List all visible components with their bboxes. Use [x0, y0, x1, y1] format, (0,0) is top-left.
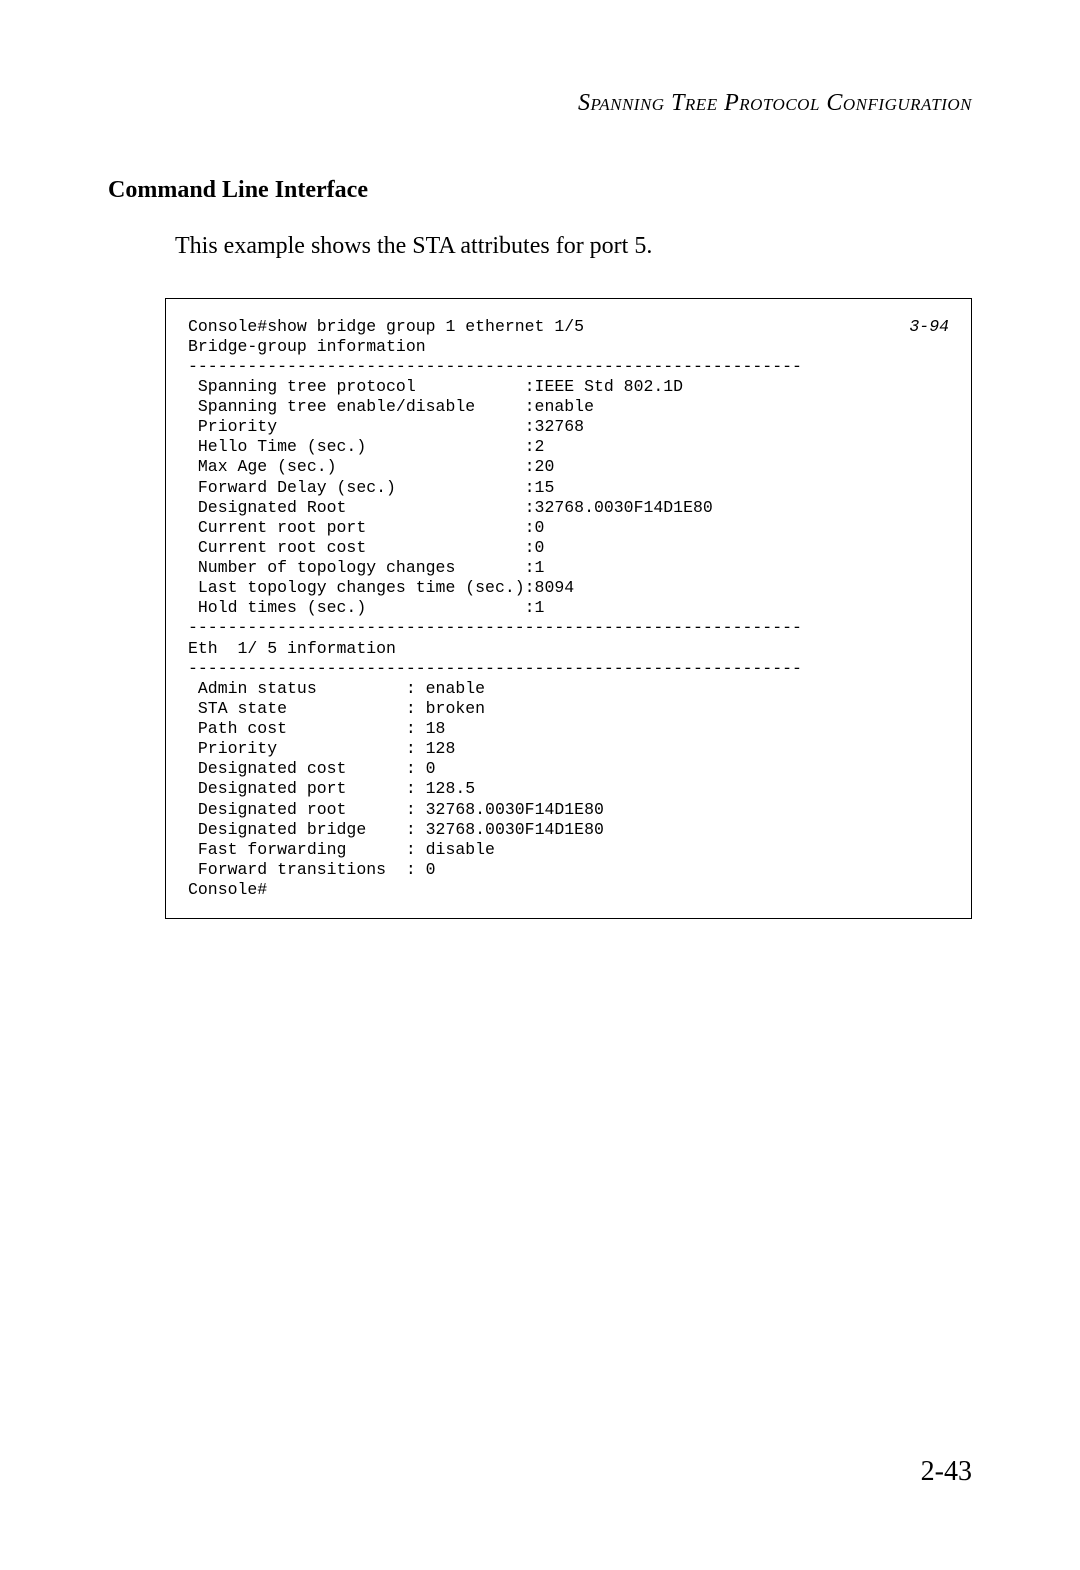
eth-row-3: Priority : 128	[188, 739, 455, 758]
console-reference: 3-94	[909, 317, 949, 337]
eth-row-0: Admin status : enable	[188, 679, 485, 698]
eth-row-2: Path cost : 18	[188, 719, 445, 738]
bridge-row-11: Hold times (sec.) :1	[188, 598, 544, 617]
header-title: Spanning Tree Protocol Configuration	[578, 90, 972, 116]
body-paragraph: This example shows the STA attributes fo…	[175, 233, 652, 259]
eth-row-4: Designated cost : 0	[188, 759, 436, 778]
body-text: This example shows the STA attributes fo…	[0, 204, 1080, 264]
console-command: Console#show bridge group 1 ethernet 1/5	[188, 317, 584, 336]
eth-row-6: Designated root : 32768.0030F14D1E80	[188, 800, 604, 819]
bridge-row-9: Number of topology changes :1	[188, 558, 544, 577]
section-heading-text: Command Line Interface	[108, 177, 368, 203]
bridge-row-1: Spanning tree enable/disable :enable	[188, 397, 594, 416]
bridge-row-2: Priority :32768	[188, 417, 584, 436]
eth-row-5: Designated port : 128.5	[188, 779, 475, 798]
eth-row-1: STA state : broken	[188, 699, 485, 718]
bridge-row-8: Current root cost :0	[188, 538, 544, 557]
page-header: Spanning Tree Protocol Configuration	[0, 0, 1080, 117]
page-number-text: 2-43	[921, 1456, 972, 1487]
eth-row-9: Forward transitions : 0	[188, 860, 436, 879]
eth-row-7: Designated bridge : 32768.0030F14D1E80	[188, 820, 604, 839]
divider: ----------------------------------------…	[188, 357, 802, 376]
bridge-row-3: Hello Time (sec.) :2	[188, 437, 544, 456]
console-output-box: 3-94 Console#show bridge group 1 ethernet…	[165, 298, 972, 920]
bridge-row-4: Max Age (sec.) :20	[188, 457, 554, 476]
bridge-row-6: Designated Root :32768.0030F14D1E80	[188, 498, 713, 517]
bridge-row-0: Spanning tree protocol :IEEE Std 802.1D	[188, 377, 683, 396]
bridge-row-10: Last topology changes time (sec.):8094	[188, 578, 574, 597]
bridge-row-7: Current root port :0	[188, 518, 544, 537]
divider: ----------------------------------------…	[188, 659, 802, 678]
bridge-group-header: Bridge-group information	[188, 337, 426, 356]
divider: ----------------------------------------…	[188, 618, 802, 637]
page-number: 2-43	[921, 1456, 972, 1488]
bridge-row-5: Forward Delay (sec.) :15	[188, 478, 554, 497]
eth-row-8: Fast forwarding : disable	[188, 840, 495, 859]
section-heading: Command Line Interface	[0, 117, 1080, 204]
console-prompt: Console#	[188, 880, 267, 899]
eth-header: Eth 1/ 5 information	[188, 639, 396, 658]
